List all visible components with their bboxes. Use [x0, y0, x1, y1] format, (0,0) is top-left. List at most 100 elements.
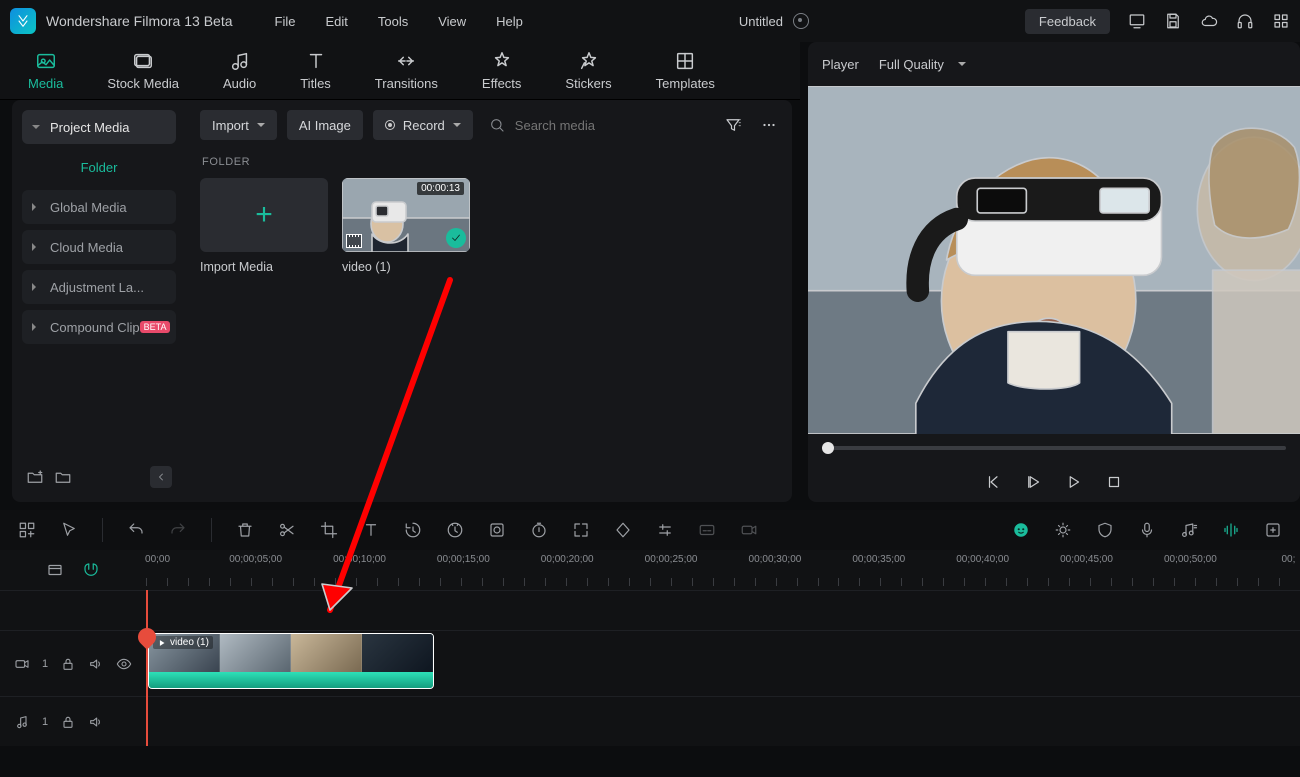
- timeline-ruler[interactable]: 00;00 00;00;05;00 00;00;10;00 00;00;15;0…: [0, 550, 1300, 590]
- lock-track-icon[interactable]: [60, 656, 76, 672]
- timeline-clip[interactable]: video (1): [148, 633, 434, 689]
- media-panel: Import AI Image Record FOLDER +: [186, 100, 792, 502]
- menu-view[interactable]: View: [438, 14, 466, 29]
- cloud-icon[interactable]: [1200, 12, 1218, 30]
- beta-badge: BETA: [140, 321, 171, 333]
- tick: 00;: [1282, 554, 1296, 565]
- add-track-icon[interactable]: [18, 521, 36, 539]
- import-dropdown[interactable]: Import: [200, 110, 277, 140]
- render-icon[interactable]: [1264, 521, 1282, 539]
- lock-audio-icon[interactable]: [60, 714, 76, 730]
- expand-icon[interactable]: [572, 521, 590, 539]
- timeline-fit-icon[interactable]: [46, 561, 64, 579]
- filter-icon[interactable]: [724, 116, 742, 134]
- tab-stickers[interactable]: Stickers: [565, 50, 611, 91]
- mute-audio-icon[interactable]: [88, 714, 104, 730]
- snap-icon[interactable]: [82, 561, 100, 579]
- sidebar-project-media[interactable]: Project Media: [22, 110, 176, 144]
- menu-help[interactable]: Help: [496, 14, 523, 29]
- tab-effects[interactable]: Effects: [482, 50, 522, 91]
- markers-icon[interactable]: [1222, 521, 1240, 539]
- timer-icon[interactable]: [530, 521, 548, 539]
- preview-scrubber[interactable]: [808, 434, 1300, 462]
- menu-tools[interactable]: Tools: [378, 14, 408, 29]
- folder-icon[interactable]: [54, 468, 72, 486]
- new-folder-icon[interactable]: [26, 468, 44, 486]
- undo-icon[interactable]: [127, 521, 145, 539]
- app-name: Wondershare Filmora 13 Beta: [46, 13, 233, 29]
- speed-history-icon[interactable]: [404, 521, 422, 539]
- folder-section-label: FOLDER: [202, 156, 778, 168]
- mute-track-icon[interactable]: [88, 656, 104, 672]
- camera-tool-icon[interactable]: [740, 521, 758, 539]
- sidebar-global-media[interactable]: Global Media: [22, 190, 176, 224]
- audio-mix-icon[interactable]: [1180, 521, 1198, 539]
- monitor-icon[interactable]: [1128, 12, 1146, 30]
- sidebar-compound-clip[interactable]: Compound ClipBETA: [22, 310, 176, 344]
- player-label[interactable]: Player: [822, 57, 859, 72]
- tab-audio[interactable]: Audio: [223, 50, 256, 91]
- apps-grid-icon[interactable]: [1272, 12, 1290, 30]
- feedback-button[interactable]: Feedback: [1025, 9, 1110, 34]
- audio-track-icon: [14, 714, 30, 730]
- ai-image-button[interactable]: AI Image: [287, 110, 363, 140]
- tab-templates[interactable]: Templates: [656, 50, 715, 91]
- tick: 00;00;10;00: [333, 554, 386, 565]
- tab-stock-media[interactable]: Stock Media: [107, 50, 179, 91]
- save-icon[interactable]: [1164, 12, 1182, 30]
- record-dropdown[interactable]: Record: [373, 110, 473, 140]
- document-title[interactable]: Untitled: [739, 14, 783, 29]
- video-track[interactable]: 1 video (1): [0, 630, 1300, 696]
- search-media-input[interactable]: [513, 117, 693, 134]
- delete-icon[interactable]: [236, 521, 254, 539]
- tick: 00;00;20;00: [541, 554, 594, 565]
- enhance-icon[interactable]: [1054, 521, 1072, 539]
- speed-icon[interactable]: [446, 521, 464, 539]
- media-sidebar: Project Media Folder Global Media Cloud …: [12, 100, 186, 502]
- hide-track-icon[interactable]: [116, 656, 132, 672]
- sidebar-cloud-media[interactable]: Cloud Media: [22, 230, 176, 264]
- adjust-icon[interactable]: [656, 521, 674, 539]
- menu-bar: File Edit Tools View Help: [275, 14, 523, 29]
- ai-tools-icon[interactable]: [1012, 521, 1030, 539]
- player-quality-dropdown[interactable]: Full Quality: [879, 57, 966, 72]
- sidebar-folder[interactable]: Folder: [22, 150, 176, 184]
- headphones-icon[interactable]: [1236, 12, 1254, 30]
- preview-viewport[interactable]: [808, 86, 1300, 434]
- crop-icon[interactable]: [320, 521, 338, 539]
- more-options-icon[interactable]: [760, 116, 778, 134]
- tab-media[interactable]: Media: [28, 50, 63, 91]
- video-track-icon: [14, 656, 30, 672]
- stop-button[interactable]: [1105, 473, 1123, 491]
- menu-edit[interactable]: Edit: [325, 14, 347, 29]
- unsaved-indicator-icon: [793, 13, 809, 29]
- collapse-sidebar-button[interactable]: [150, 466, 172, 488]
- timeline-tracks: 1 video (1) 1: [0, 590, 1300, 746]
- timeline-toolbar: [0, 510, 1300, 550]
- tab-titles[interactable]: Titles: [300, 50, 331, 91]
- select-tool-icon[interactable]: [60, 521, 78, 539]
- redo-icon[interactable]: [169, 521, 187, 539]
- microphone-icon[interactable]: [1138, 521, 1156, 539]
- keyframe-icon[interactable]: [614, 521, 632, 539]
- search-icon: [489, 117, 505, 133]
- audio-track[interactable]: 1: [0, 696, 1300, 746]
- import-media-tile[interactable]: + Import Media: [200, 178, 328, 274]
- split-icon[interactable]: [278, 521, 296, 539]
- playhead[interactable]: [146, 590, 148, 746]
- clip-duration: 00:00:13: [417, 182, 464, 195]
- tab-transitions[interactable]: Transitions: [375, 50, 438, 91]
- play-button[interactable]: [1065, 473, 1083, 491]
- tick: 00;00;05;00: [229, 554, 282, 565]
- media-clip-tile[interactable]: 00:00:13 video (1): [342, 178, 470, 274]
- text-tool-icon[interactable]: [362, 521, 380, 539]
- play-pause-button[interactable]: [1025, 473, 1043, 491]
- prev-frame-button[interactable]: [985, 473, 1003, 491]
- menu-file[interactable]: File: [275, 14, 296, 29]
- tick: 00;00;35;00: [852, 554, 905, 565]
- title-bar: Wondershare Filmora 13 Beta File Edit To…: [0, 0, 1300, 42]
- color-tool-icon[interactable]: [488, 521, 506, 539]
- subtitle-icon[interactable]: [698, 521, 716, 539]
- shield-icon[interactable]: [1096, 521, 1114, 539]
- sidebar-adjustment-layer[interactable]: Adjustment La...: [22, 270, 176, 304]
